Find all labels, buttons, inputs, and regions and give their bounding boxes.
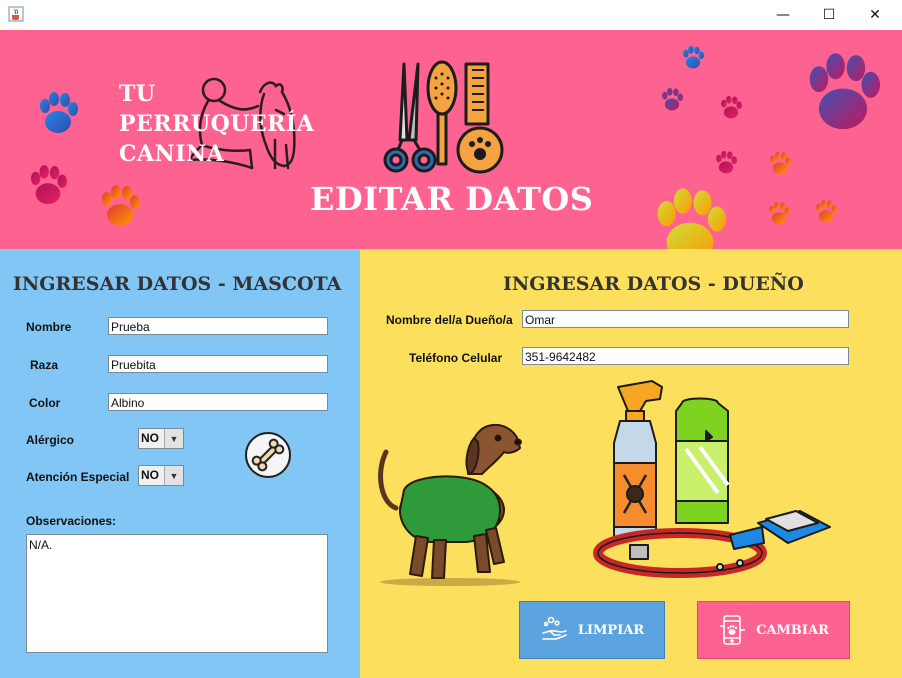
brand-line-3: CANINA: [119, 141, 225, 167]
allergic-select[interactable]: NO ▼: [138, 428, 184, 449]
page-title: EDITAR DATOS: [310, 180, 594, 218]
grooming-tools-icon: [383, 60, 504, 174]
clear-button[interactable]: LIMPIAR: [519, 601, 665, 659]
clear-button-label: LIMPIAR: [577, 622, 645, 638]
owner-section-title: INGRESAR DATOS - DUEÑO: [503, 273, 804, 295]
chevron-down-icon[interactable]: ▼: [164, 429, 183, 448]
allergic-select-value: NO: [141, 431, 159, 445]
dachshund-dog-icon: [378, 424, 522, 586]
pet-name-field[interactable]: Prueba: [108, 317, 328, 335]
notes-textarea[interactable]: N/A.: [26, 534, 328, 653]
brand-line-1: TU: [119, 81, 156, 107]
bone-icon: [245, 432, 291, 478]
phone-field[interactable]: 351-9642482: [522, 347, 849, 365]
minimize-button[interactable]: —: [760, 0, 806, 30]
phone-label: Teléfono Celular: [409, 351, 503, 365]
pet-name-label: Nombre: [26, 320, 72, 334]
special-care-select-value: NO: [141, 468, 159, 482]
header-banner: TU PERRUQUERÍA CANINA EDITAR DATOS: [0, 30, 902, 249]
owner-name-label: Nombre del/a Dueño/a: [386, 313, 513, 327]
java-cup-icon: [8, 6, 24, 22]
special-care-label: Atención Especial: [26, 470, 130, 484]
pet-breed-label: Raza: [30, 358, 59, 372]
maximize-button[interactable]: ☐: [806, 0, 852, 30]
pet-color-label: Color: [29, 396, 61, 410]
change-button-label: CAMBIAR: [756, 622, 829, 638]
special-care-select[interactable]: NO ▼: [138, 465, 184, 486]
soap-hand-icon: [542, 616, 567, 640]
pet-breed-field[interactable]: Pruebita: [108, 355, 328, 373]
notes-label: Observaciones:: [26, 514, 117, 528]
phone-paw-icon: [720, 615, 746, 645]
owner-name-field[interactable]: Omar: [522, 310, 849, 328]
window-title-bar: — ☐ ✕: [0, 0, 902, 30]
pet-color-field[interactable]: Albino: [108, 393, 328, 411]
grooming-products-icon: [593, 380, 831, 578]
change-button[interactable]: CAMBIAR: [697, 601, 850, 659]
pet-section-title: INGRESAR DATOS - MASCOTA: [13, 273, 342, 295]
chevron-down-icon[interactable]: ▼: [164, 466, 183, 485]
allergic-label: Alérgico: [26, 433, 75, 447]
brand-line-2: PERRUQUERÍA: [119, 111, 315, 137]
close-button[interactable]: ✕: [852, 0, 898, 30]
